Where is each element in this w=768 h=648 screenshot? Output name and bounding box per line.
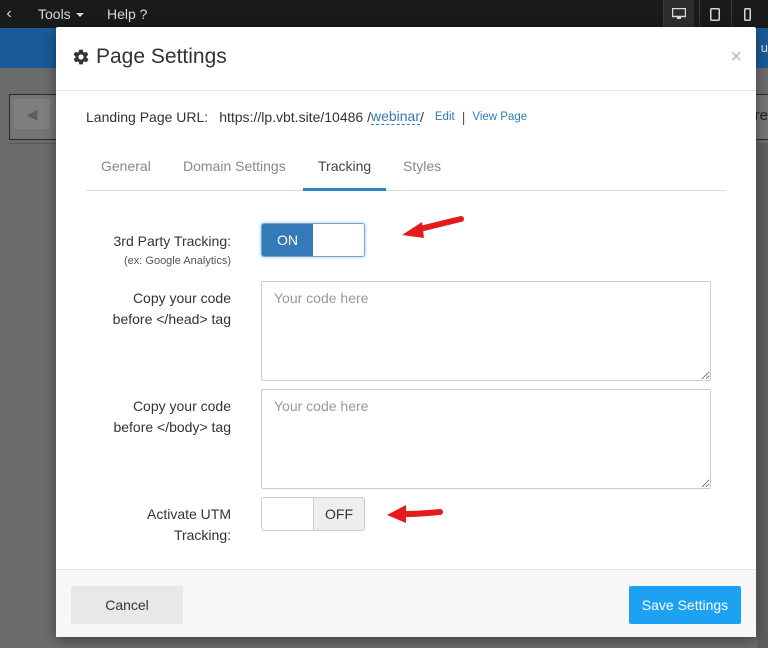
utm-tracking-label: Activate UTM Tracking: [146, 506, 231, 543]
body-code-label: Copy your code before </body> tag [113, 398, 231, 435]
modal-title-text: Page Settings [96, 45, 227, 68]
landing-url-base: https://lp.vbt.site/10486 / [219, 108, 371, 125]
landing-url-trailing: / [420, 108, 424, 125]
third-party-tracking-toggle[interactable]: ON [261, 223, 365, 257]
edit-url-link[interactable]: Edit [435, 111, 455, 123]
canvas-scroll-edge [757, 143, 768, 648]
landing-url-slug[interactable]: webinar [370, 108, 420, 125]
third-party-tracking-label: 3rd Party Tracking: (ex: Google Analytic… [114, 231, 232, 270]
save-settings-button[interactable]: Save Settings [629, 586, 741, 624]
utm-tracking-toggle[interactable]: OFF [261, 497, 365, 531]
settings-tabs: General Domain Settings Tracking Styles [86, 147, 726, 191]
toggle-off-state: OFF [313, 498, 364, 530]
third-party-tracking-hint: (ex: Google Analytics) [124, 255, 231, 267]
toggle-on-state: ON [262, 224, 313, 256]
canvas-edge-text: re [754, 107, 768, 124]
annotation-arrow-icon [402, 216, 464, 238]
tab-styles[interactable]: Styles [388, 147, 456, 191]
tab-domain-settings[interactable]: Domain Settings [168, 147, 301, 191]
modal-header: Page Settings × [56, 27, 756, 91]
view-page-link[interactable]: View Page [472, 111, 527, 123]
back-chevron-icon[interactable]: ‹ [2, 4, 16, 24]
mobile-view-button[interactable] [731, 0, 762, 28]
help-menu[interactable]: Help ? [107, 0, 147, 28]
page-settings-modal: Page Settings × Landing Page URL: https:… [56, 27, 756, 637]
tab-tracking[interactable]: Tracking [303, 147, 387, 191]
tablet-view-button[interactable] [699, 0, 730, 28]
cancel-button[interactable]: Cancel [71, 586, 183, 624]
head-code-label: Copy your code before </head> tag [112, 290, 231, 327]
arrow-left-icon: ◀ [14, 99, 50, 129]
desktop-icon [672, 8, 686, 19]
tablet-icon [710, 7, 720, 21]
gear-icon [73, 49, 89, 65]
caret-down-icon [75, 13, 84, 18]
body-code-textarea[interactable] [261, 389, 711, 489]
close-icon[interactable]: × [730, 47, 742, 67]
toggle-knob [313, 224, 364, 256]
toggle-knob [262, 498, 313, 530]
app-toolbar: ‹ Tools Help ? [0, 0, 768, 28]
mobile-icon [743, 7, 751, 21]
tools-menu[interactable]: Tools [38, 0, 84, 28]
header-edge-text: u [760, 40, 768, 55]
head-code-textarea[interactable] [261, 281, 711, 381]
annotation-arrow-icon [387, 505, 443, 523]
tab-general[interactable]: General [86, 147, 166, 191]
landing-url-label: Landing Page URL: [86, 108, 209, 125]
desktop-view-button[interactable] [663, 0, 694, 28]
landing-page-url-row: Landing Page URL: https://lp.vbt.site/10… [86, 108, 527, 125]
link-separator: | [461, 108, 466, 125]
modal-title: Page Settings [72, 45, 227, 69]
modal-footer: Cancel Save Settings [56, 569, 756, 637]
